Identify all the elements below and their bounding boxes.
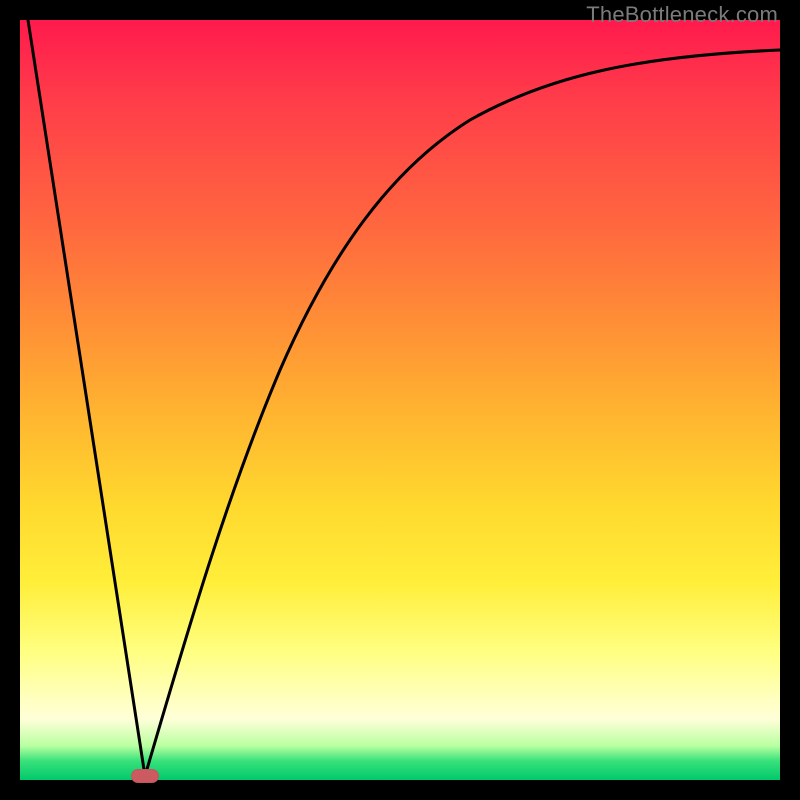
min-marker — [131, 769, 159, 783]
right-arm-path — [145, 50, 780, 776]
chart-frame: TheBottleneck.com — [0, 0, 800, 800]
plot-area — [20, 20, 780, 780]
curve-svg — [20, 20, 780, 780]
left-arm-path — [28, 20, 145, 776]
